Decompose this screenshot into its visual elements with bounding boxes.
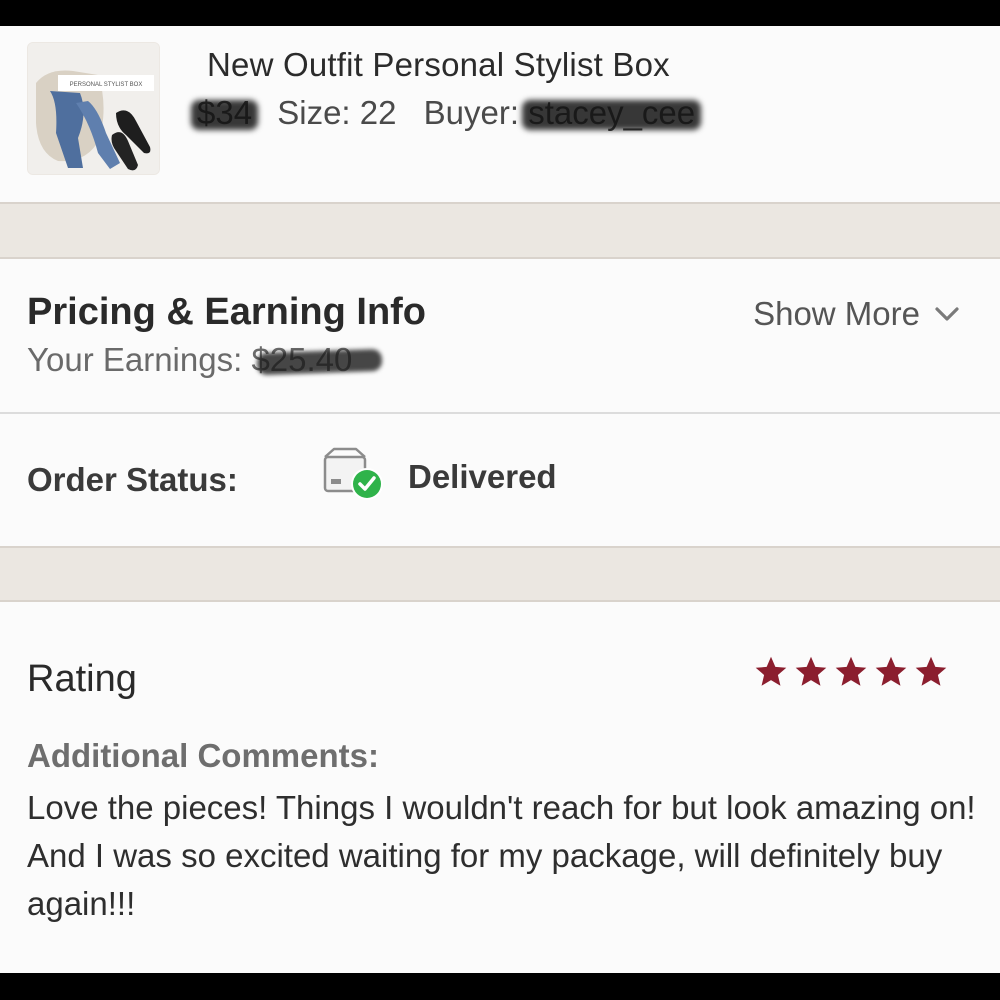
show-more-button[interactable]: Show More — [753, 295, 960, 333]
order-status-label: Order Status: — [27, 461, 238, 498]
package-delivered-icon — [323, 447, 383, 500]
order-detail-screen: PERSONAL STYLIST BOX New Outfit Personal… — [0, 26, 1000, 973]
buyer-label: Buyer: — [423, 94, 520, 131]
rating-section: Rating Additional Comments: Love the pie… — [0, 602, 1000, 973]
earnings-label: Your Earnings: — [27, 341, 252, 378]
comments-label: Additional Comments: — [27, 737, 379, 774]
product-size: Size: 22 — [277, 94, 397, 131]
buyer-value[interactable]: stacey_cee — [528, 94, 695, 132]
section-divider — [0, 546, 1000, 602]
rating-title: Rating — [27, 658, 137, 700]
section-divider — [0, 202, 1000, 259]
comments-text: Love the pieces! Things I wouldn't reach… — [27, 789, 976, 922]
earnings-value: $25.40 — [251, 341, 353, 378]
star-icon — [755, 656, 787, 686]
star-icon — [875, 656, 907, 686]
chevron-down-icon — [935, 307, 959, 321]
product-price: $34 — [197, 94, 253, 131]
product-meta: $34 Size: 22 Buyer: stacey_cee — [197, 94, 695, 132]
order-status-section: Order Status: Delivered — [0, 414, 1000, 546]
product-title[interactable]: New Outfit Personal Stylist Box — [207, 46, 670, 84]
show-more-label: Show More — [753, 295, 920, 332]
star-icon — [915, 656, 947, 686]
product-thumbnail[interactable]: PERSONAL STYLIST BOX — [27, 42, 160, 175]
star-icon — [795, 656, 827, 686]
star-icon — [835, 656, 867, 686]
earnings-row: Your Earnings: $25.40 — [27, 341, 352, 379]
product-row[interactable]: PERSONAL STYLIST BOX New Outfit Personal… — [0, 26, 1000, 202]
pricing-section: Pricing & Earning Info Your Earnings: $2… — [0, 259, 1000, 414]
thumbnail-label: PERSONAL STYLIST BOX — [70, 82, 143, 88]
rating-stars — [753, 654, 949, 690]
pricing-title: Pricing & Earning Info — [27, 291, 427, 333]
order-status-value: Delivered — [408, 458, 557, 495]
